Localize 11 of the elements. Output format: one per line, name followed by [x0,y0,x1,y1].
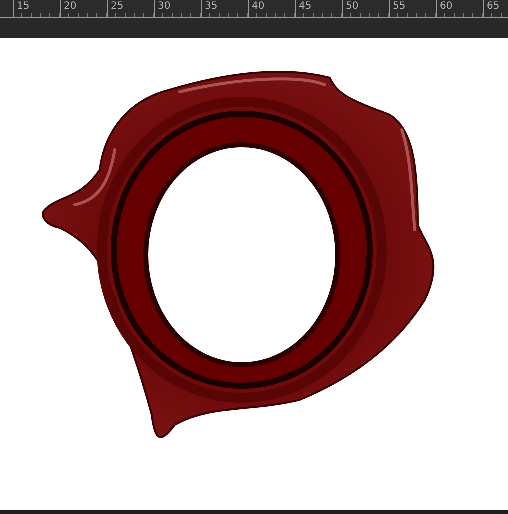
ruler-label: 35 [201,0,248,17]
ruler-label: 50 [342,0,389,17]
ruler-label: 55 [389,0,436,17]
ruler-label: 45 [295,0,342,17]
ruler-label: 25 [107,0,154,17]
ruler-label: 60 [436,0,483,17]
ruler-label: 30 [154,0,201,17]
ruler-label: 65 [483,0,508,17]
ruler-label: 15 [13,0,60,17]
ruler-label: 40 [248,0,295,17]
ruler-label: 20 [60,0,107,17]
